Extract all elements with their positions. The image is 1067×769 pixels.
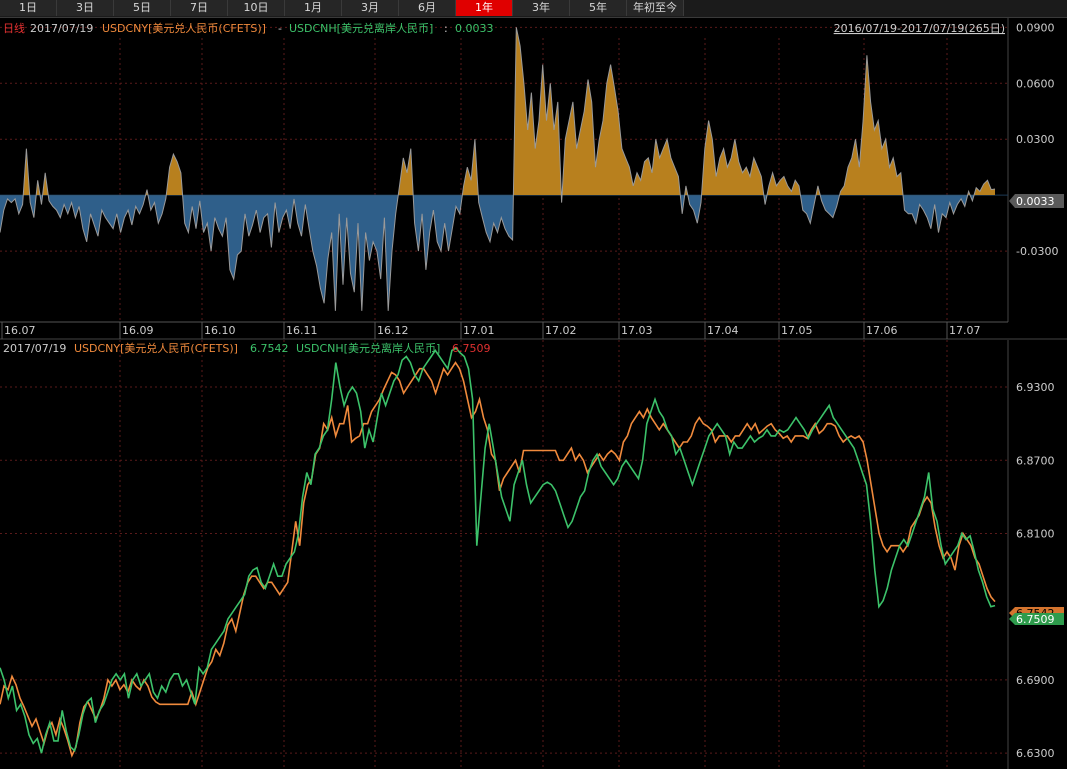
spread-y-tick-label: 0.0900 [1016,21,1055,34]
price-y-tick-label: 6.6900 [1016,674,1055,687]
tab-9[interactable]: 3年 [513,0,570,16]
price-lines [0,346,996,758]
period-tab-bar: 1日 3日 5日 7日 10日 1月 3月 6月 1年 3年 5年 年初至今 [0,0,1067,18]
spread-y-tick-label: 0.0300 [1016,133,1055,146]
spread-y-tick-label: 0.0600 [1016,77,1055,90]
price-y-tick-label: 6.6300 [1016,747,1055,760]
price-series2-value: 6.7509 [452,342,491,355]
price-series2-name: USDCNH[美元兑离岸人民币] [296,341,440,355]
spread-y-tick-label: -0.0300 [1016,245,1058,258]
cnh-line [0,346,996,754]
date-tick-label: 17.07 [949,324,981,337]
cny-line [0,361,996,758]
cnh-tag-text: 6.7509 [1016,613,1055,626]
tab-3[interactable]: 7日 [171,0,228,16]
price-current-tags: 6.7542 6.7509 [1009,607,1064,626]
price-date: 2017/07/19 [3,342,66,355]
date-tick-label: 16.11 [286,324,318,337]
spread-series2-name: USDCNH[美元兑离岸人民币] [289,21,433,35]
date-tick-label: 16.12 [377,324,409,337]
spread-value: 0.0033 [455,22,494,35]
tab-7[interactable]: 6月 [399,0,456,16]
date-tick-label: 17.01 [463,324,495,337]
date-tick-label: 17.03 [621,324,653,337]
date-axis-bg [0,322,1067,339]
date-axis: 16.07 16.09 16.10 16.11 16.12 17.01 17.02 17.03… [0,321,1067,340]
date-tick-label: 16.07 [4,324,36,337]
price-y-tick-label: 6.8100 [1016,527,1055,540]
date-tick-label: 17.05 [781,324,813,337]
date-tick-label: 17.02 [545,324,577,337]
price-series1-value: 6.7542 [250,342,289,355]
tab-8[interactable]: 1年 [456,0,513,16]
date-tick-label: 17.04 [707,324,739,337]
spread-date: 2017/07/19 [30,22,93,35]
spread-series1-name: USDCNY[美元兑人民币(CFETS)] [102,21,266,35]
date-tick-label: 17.06 [866,324,898,337]
tab-0[interactable]: 1日 [0,0,57,16]
price-grid [0,340,1008,769]
price-y-tick-label: 6.8700 [1016,454,1055,467]
tab-6[interactable]: 3月 [342,0,399,16]
spread-panel: 0.09000.06000.0300-0.0300 日线 2017/07/19 … [0,18,1067,322]
tab-11[interactable]: 年初至今 [627,0,684,16]
tab-1[interactable]: 3日 [57,0,114,16]
spread-tag-text: 0.0033 [1016,195,1055,208]
date-tick-label: 16.09 [122,324,154,337]
price-y-tick-label: 6.9300 [1016,381,1055,394]
tab-5[interactable]: 1月 [285,0,342,16]
tab-4[interactable]: 10日 [228,0,285,16]
spread-current-tag: 0.0033 [1009,194,1064,208]
spread-colon: : [444,22,448,35]
price-y-ticks: 6.9300 6.8700 6.8100 6.6900 6.6300 [1016,381,1055,760]
price-series1-name: USDCNY[美元兑人民币(CFETS)] [74,341,238,355]
price-panel: 6.9300 6.8700 6.8100 6.6900 6.6300 2017/07/1… [0,340,1064,769]
tab-2[interactable]: 5日 [114,0,171,16]
date-range-label[interactable]: 2016/07/19-2017/07/19(265日) [834,22,1005,35]
charts-area: 0.0900 0.0600 0.0300 -0.0300 日线 2017/07/19 … [0,18,1067,769]
tab-10[interactable]: 5年 [570,0,627,16]
spread-period-label: 日线 [3,21,25,35]
spread-minus: - [278,22,282,35]
price-header: 2017/07/19 USDCNY[美元兑人民币(CFETS)] 6.7542 … [3,341,491,355]
date-tick-label: 16.10 [204,324,236,337]
